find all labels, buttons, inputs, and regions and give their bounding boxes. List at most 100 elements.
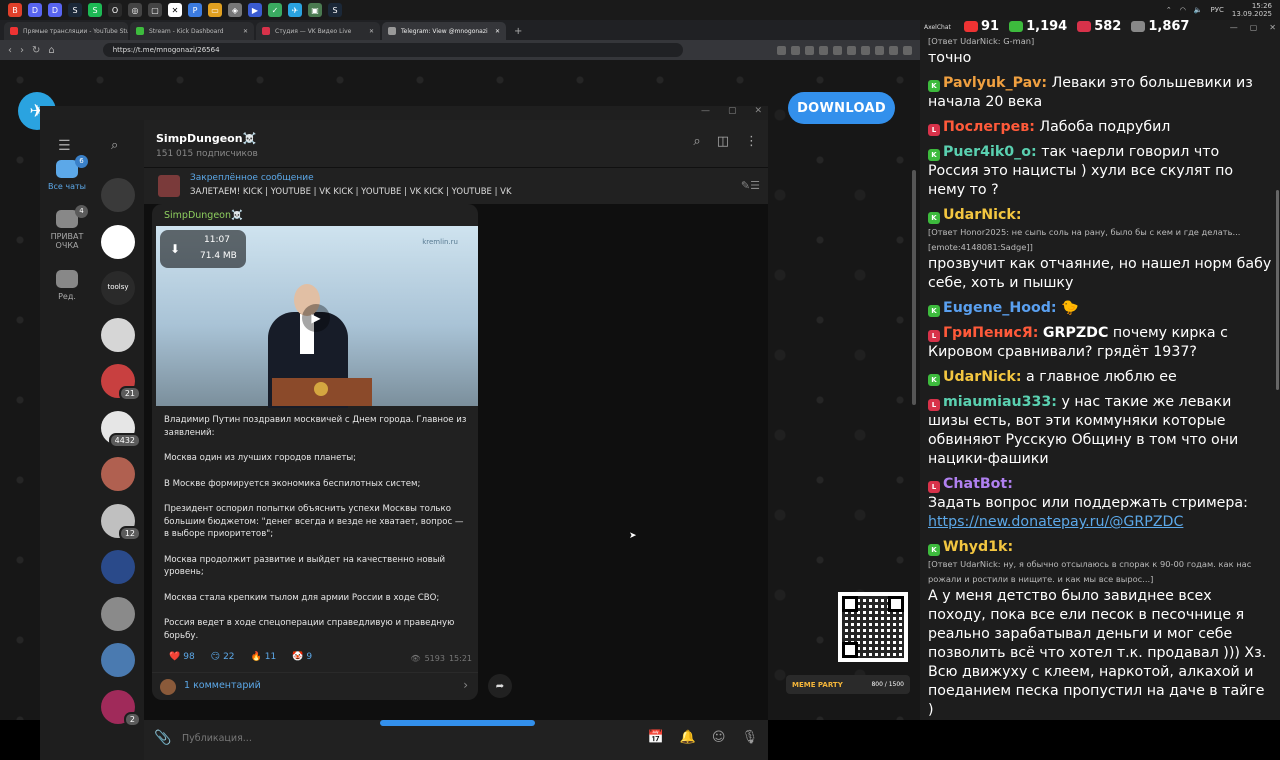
username[interactable]: Whyd1k: (943, 539, 1013, 555)
app-icon[interactable]: ◎ (128, 3, 142, 17)
discord-icon[interactable]: D (48, 3, 62, 17)
username[interactable]: ГриПенисЯ: (943, 325, 1038, 341)
forward-icon[interactable]: › (20, 45, 24, 56)
app4-icon[interactable]: ▶ (248, 3, 262, 17)
maximize-icon[interactable]: ▢ (1250, 23, 1258, 32)
tool-icon[interactable]: ✕ (168, 3, 182, 17)
extension-icon[interactable] (791, 45, 800, 55)
chat-scrollbar[interactable] (1276, 190, 1279, 390)
reload-icon[interactable]: ↻ (32, 45, 40, 56)
minimize-icon[interactable]: — (701, 106, 710, 116)
extension-icon[interactable] (861, 45, 870, 55)
username[interactable]: UdarNick: (943, 207, 1022, 223)
wifi-icon[interactable]: ◠ (1180, 6, 1186, 14)
post-author[interactable]: SimpDungeon☠️ (164, 210, 243, 221)
video-preview[interactable]: kremlin.ru ▶ ⬇ 11:07 71.4 MB (156, 226, 478, 408)
pin-list-icon[interactable]: ✎☰ (741, 179, 760, 192)
sidebar-toggle-icon[interactable]: ◫ (717, 134, 729, 149)
pinned-message-bar[interactable]: Закреплённое сообщение ЗАЛЕТАЕМ! KICK | … (144, 168, 768, 204)
scrollbar[interactable] (912, 170, 916, 405)
url-field[interactable]: https://t.me/mnogonazi/26564 (102, 43, 683, 57)
reaction[interactable]: 🤡 9 (287, 648, 317, 666)
tab-close-icon[interactable]: ✕ (239, 28, 248, 35)
folder-item[interactable]: 4 ПРИВАТ ОЧКА (40, 205, 94, 250)
username[interactable]: ChatBot: (943, 476, 1013, 492)
username[interactable]: Puer4ik0_o: (943, 144, 1037, 160)
spotify-icon[interactable]: S (88, 3, 102, 17)
extension-icon[interactable] (805, 45, 814, 55)
chat-avatar[interactable] (101, 550, 135, 584)
donate-link[interactable]: https://new.donatepay.ru/@GRPZDC (928, 513, 1272, 532)
app3-icon[interactable]: ◈ (228, 3, 242, 17)
volume-icon[interactable]: 🔈 (1194, 6, 1203, 14)
username[interactable]: Послегрев: (943, 119, 1035, 135)
browser-tab[interactable]: Telegram: View @mnogonazi ✕ (382, 22, 506, 40)
folder-icon[interactable]: ▭ (208, 3, 222, 17)
schedule-icon[interactable]: 📅 (648, 730, 664, 745)
window-icon[interactable]: ▢ (148, 3, 162, 17)
search-icon[interactable]: ⌕ (111, 138, 118, 153)
chat-avatar[interactable]: 12 (101, 503, 141, 541)
brave-icon[interactable]: B (8, 3, 22, 17)
share-button[interactable]: ➦ (488, 674, 512, 698)
chat-avatar[interactable]: 4432 (101, 410, 141, 448)
new-tab-icon[interactable]: + (508, 26, 528, 40)
channel-header[interactable]: SimpDungeon☠️ 151 015 подписчиков ⌕ ◫ ⋮ (144, 120, 768, 168)
reaction[interactable]: ❤️ 98 (164, 648, 200, 666)
obs-icon[interactable]: O (108, 3, 122, 17)
chat-avatar[interactable] (101, 457, 135, 491)
message-input[interactable]: Публикация... (182, 733, 252, 744)
maximize-icon[interactable]: ▢ (728, 106, 737, 116)
language-indicator[interactable]: РУС (1211, 6, 1224, 14)
extension-icon[interactable] (875, 45, 884, 55)
attach-icon[interactable]: 📎 (154, 730, 171, 746)
chat-avatar[interactable] (101, 224, 135, 259)
telegram-icon[interactable]: ✈ (288, 3, 302, 17)
extension-icon[interactable] (777, 45, 786, 55)
chat-avatar[interactable] (101, 317, 135, 352)
browser-tab[interactable]: Студия — VK Видео Live ✕ (256, 22, 380, 40)
tab-close-icon[interactable]: ✕ (365, 28, 374, 35)
chat-avatar[interactable]: toolsy (101, 271, 135, 305)
steam-icon[interactable]: S (68, 3, 82, 17)
more-icon[interactable]: ⋮ (745, 134, 758, 149)
chat-avatar[interactable] (101, 596, 135, 631)
chat-avatar[interactable]: 21 (101, 364, 141, 401)
browser-tab[interactable]: Прямые трансляции - YouTube Studio✕ (4, 22, 128, 40)
reaction[interactable]: 😏 22 (206, 648, 240, 666)
bell-icon[interactable]: 🔔 (680, 730, 696, 745)
download-chip[interactable]: ⬇ 11:07 71.4 MB (160, 230, 246, 268)
minimize-icon[interactable]: — (1230, 23, 1238, 32)
download-button[interactable]: DOWNLOAD (788, 92, 895, 124)
username[interactable]: UdarNick: (943, 369, 1022, 385)
app5-icon[interactable]: ✓ (268, 3, 282, 17)
chat-avatar[interactable] (101, 178, 135, 212)
play-icon[interactable]: ▶ (302, 304, 330, 332)
hamburger-menu-icon[interactable]: ☰ (58, 138, 71, 154)
chat-avatar[interactable]: 2 (101, 689, 141, 727)
username[interactable]: Pavlyuk_Pav: (943, 75, 1047, 91)
browser-tab[interactable]: Stream - Kick Dashboard ✕ (130, 22, 254, 40)
chevron-up-icon[interactable]: ⌃ (1166, 6, 1172, 14)
extension-icon[interactable] (889, 45, 898, 55)
folder-item[interactable]: Ред. (40, 270, 94, 301)
comments-button[interactable]: 1 комментарий › (152, 672, 478, 700)
username[interactable]: miaumiau333: (943, 394, 1057, 410)
home-icon[interactable]: ⌂ (48, 45, 54, 56)
back-icon[interactable]: ‹ (8, 45, 12, 56)
app6-icon[interactable]: ▣ (308, 3, 322, 17)
extension-icon[interactable] (833, 45, 842, 55)
close-icon[interactable]: ✕ (754, 106, 762, 116)
extension-icon[interactable] (819, 45, 828, 55)
app2-icon[interactable]: P (188, 3, 202, 17)
chat-avatar[interactable] (101, 643, 135, 677)
emoji-icon[interactable]: ☺ (712, 730, 726, 745)
search-icon[interactable]: ⌕ (693, 134, 700, 149)
tab-close-icon[interactable]: ✕ (491, 28, 500, 35)
folder-item[interactable]: 6 Все чаты (40, 155, 94, 191)
clock[interactable]: 15:26 13.09.2025 (1232, 2, 1272, 18)
username[interactable]: Eugene_Hood: (943, 300, 1057, 316)
microphone-icon[interactable]: 🎙 (741, 730, 758, 745)
steam2-icon[interactable]: S (328, 3, 342, 17)
extension-icon[interactable] (847, 45, 856, 55)
